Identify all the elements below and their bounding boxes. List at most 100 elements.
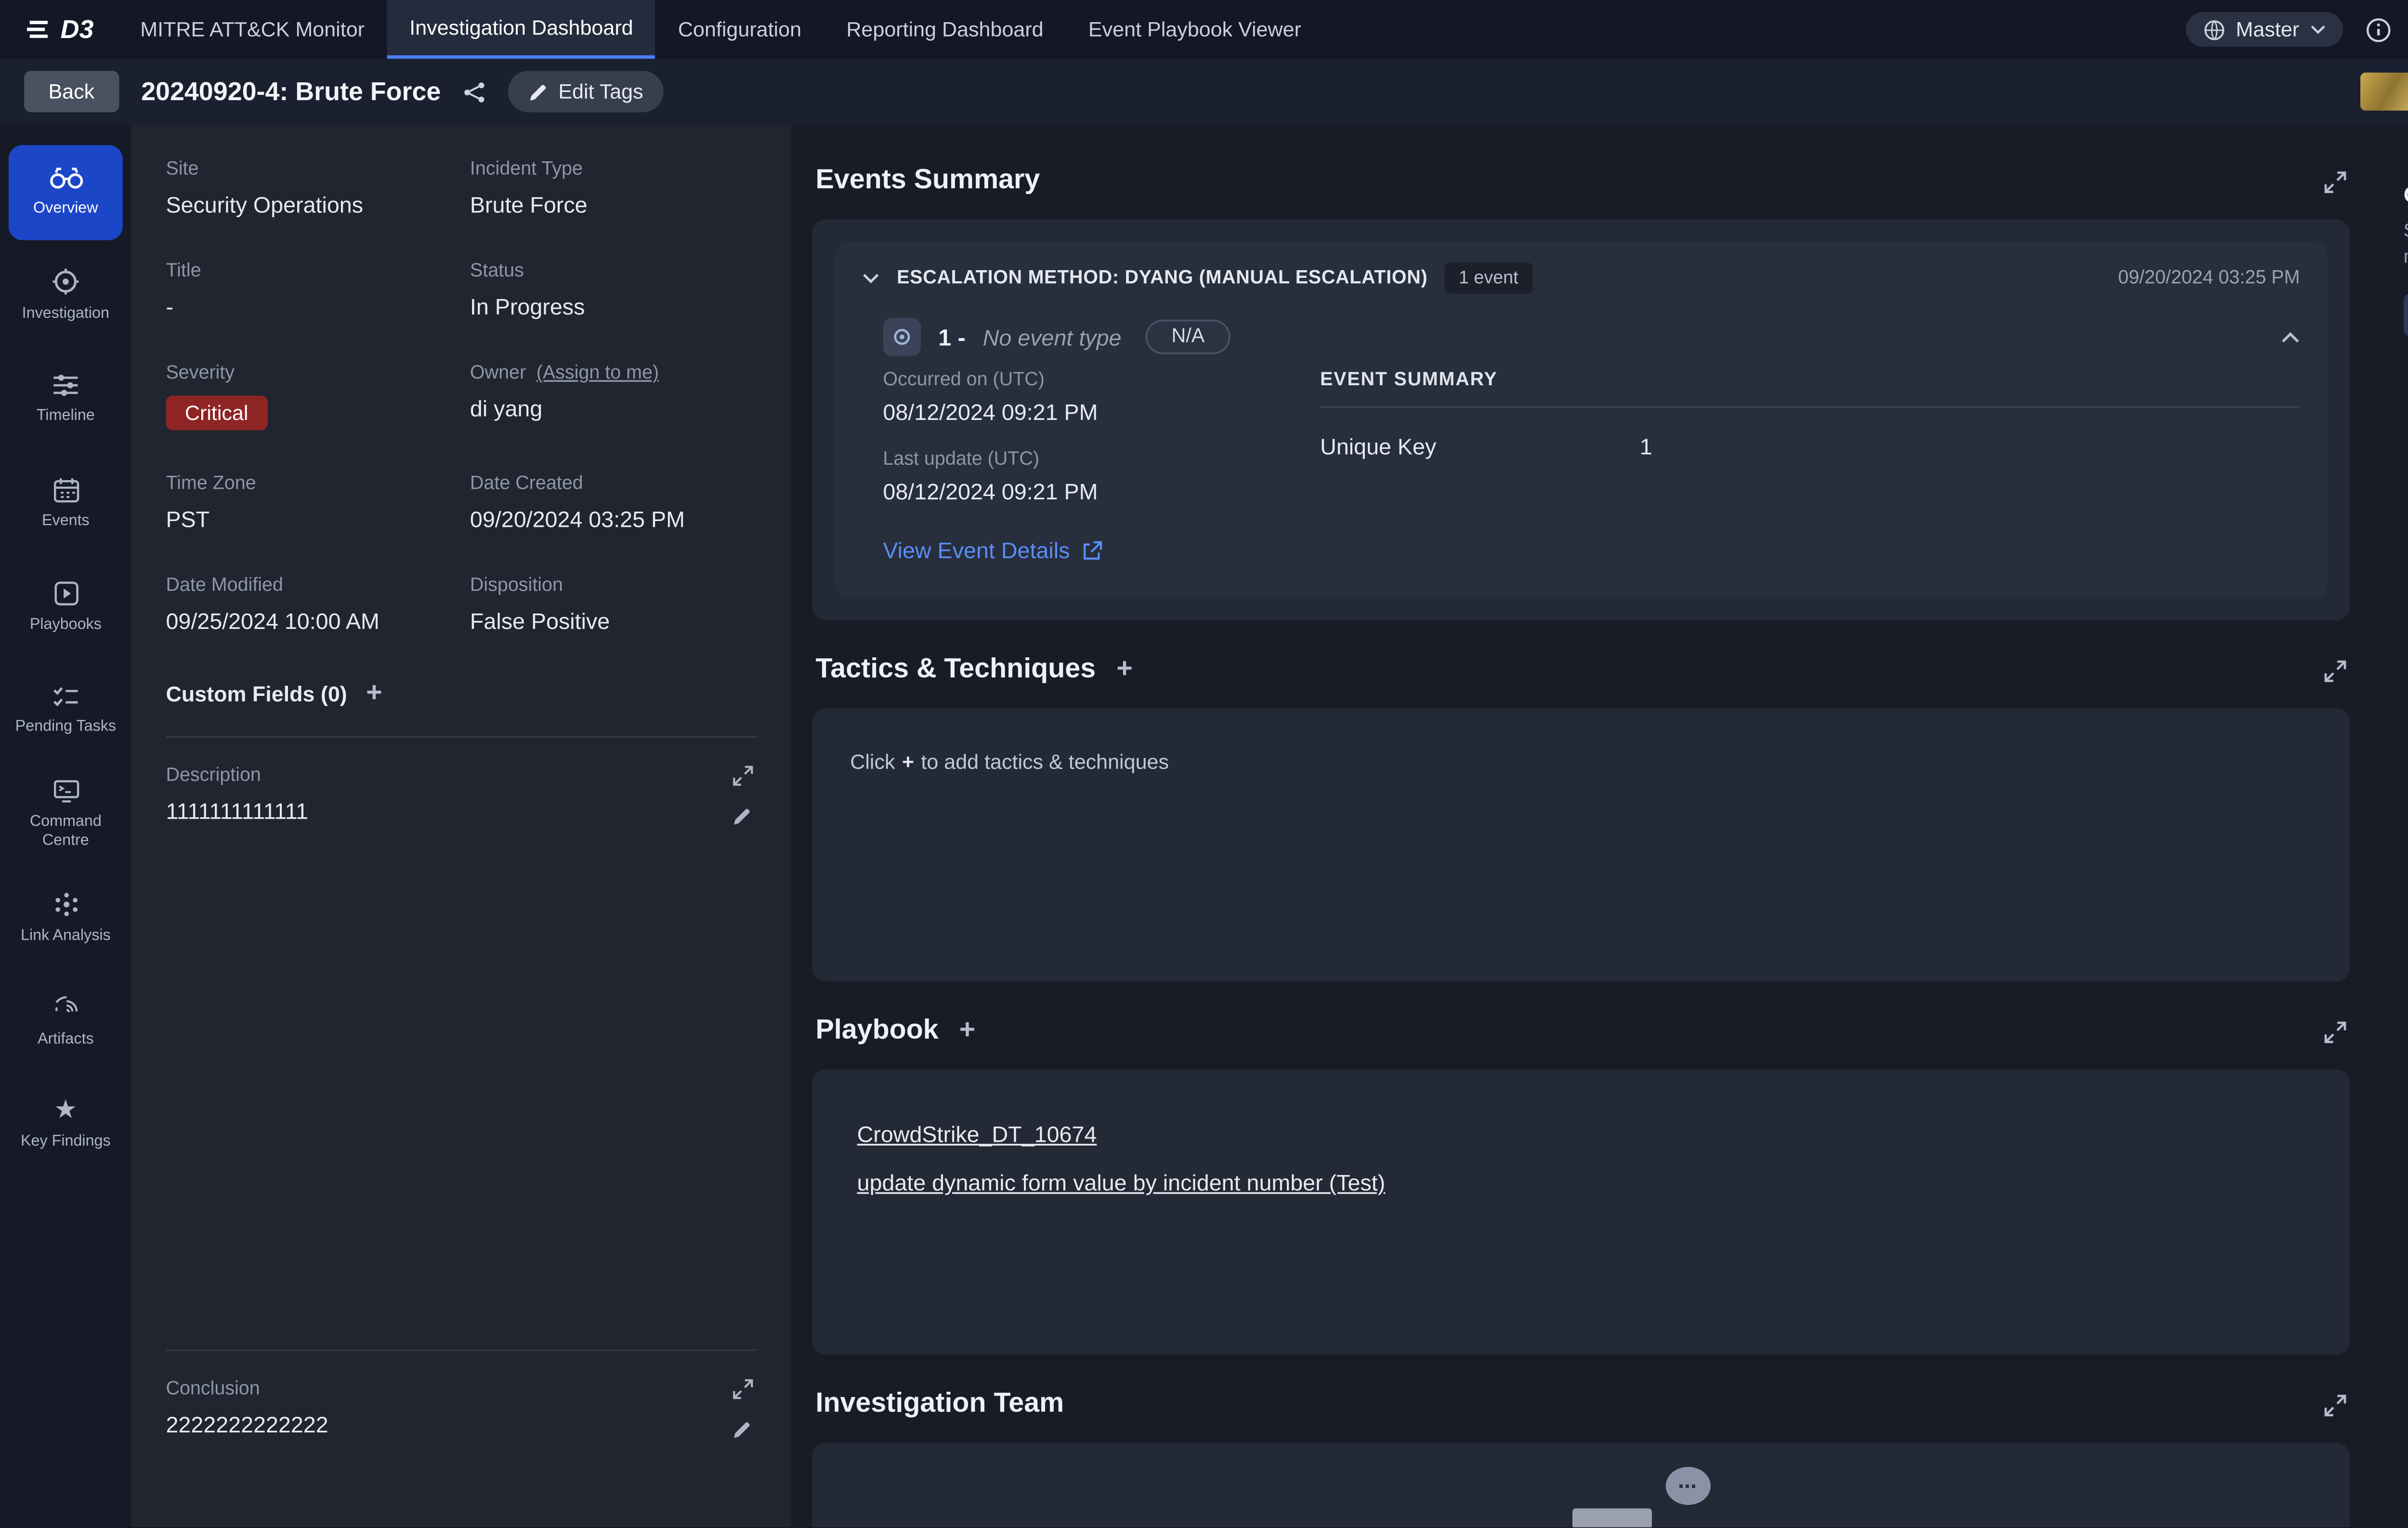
rail-item-link-analysis[interactable]: Link Analysis: [9, 871, 123, 966]
share-icon[interactable]: [463, 80, 486, 103]
fingerprint-icon: [52, 995, 79, 1021]
field-label: Incident Type: [470, 159, 757, 180]
sliders-icon: [52, 374, 79, 398]
expand-icon[interactable]: [2324, 1020, 2347, 1043]
module-item-linked-artifacts[interactable]: Linked Artifacts: [2404, 509, 2408, 552]
expand-icon[interactable]: [2324, 659, 2347, 682]
rail-item-overview[interactable]: Overview: [9, 145, 123, 240]
module-item-events-summary[interactable]: Events Summary: [2404, 293, 2408, 337]
na-badge: N/A: [1146, 320, 1230, 354]
field-incident-type: Incident Type Brute Force: [470, 159, 757, 218]
field-label: Date Created: [470, 473, 757, 494]
pencil-icon: [529, 82, 548, 101]
playbook-header: Playbook +: [815, 1016, 2346, 1047]
field-label: Site: [166, 159, 453, 180]
module-item-playbook[interactable]: Playbook: [2404, 379, 2408, 423]
module-item-investigation-team[interactable]: Investigation Team: [2404, 423, 2408, 466]
nav-reporting-dashboard[interactable]: Reporting Dashboard: [824, 0, 1066, 59]
escalation-card: ESCALATION METHOD: DYANG (MANUAL ESCALAT…: [835, 242, 2328, 598]
back-button[interactable]: Back: [24, 71, 118, 112]
playbook-link[interactable]: update dynamic form value by incident nu…: [857, 1170, 2305, 1196]
view-event-details-link[interactable]: View Event Details: [883, 537, 1102, 563]
d3-logo-text: D3: [61, 14, 94, 44]
custom-fields-row: Custom Fields (0) +: [166, 681, 757, 738]
occurred-value: 08/12/2024 09:21 PM: [883, 399, 1271, 425]
incident-details-grid: Site Security Operations Incident Type B…: [166, 159, 757, 634]
pencil-icon[interactable]: [733, 1420, 751, 1439]
module-item-notes[interactable]: Notes: [2404, 596, 2408, 639]
field-value: di yang: [470, 396, 757, 422]
module-item-incident-type-form[interactable]: Incident Type Form Section: [2404, 639, 2408, 682]
nav-configuration[interactable]: Configuration: [655, 0, 824, 59]
field-label: Severity: [166, 363, 453, 383]
incident-owner-avatar[interactable]: [2360, 73, 2408, 111]
add-playbook-button[interactable]: +: [959, 1018, 976, 1045]
rail-item-command-centre[interactable]: Command Centre: [9, 767, 123, 862]
playbook-link[interactable]: CrowdStrike_DT_10674: [857, 1122, 2305, 1148]
conclusion-block: Conclusion 2222222222222: [166, 1349, 757, 1503]
nav-mitre-attck-monitor[interactable]: MITRE ATT&CK Monitor: [118, 0, 387, 59]
expand-icon[interactable]: [733, 765, 753, 786]
add-tactics-button[interactable]: +: [1116, 656, 1133, 684]
severity-badge[interactable]: Critical: [166, 396, 267, 431]
expand-icon[interactable]: [733, 1379, 753, 1399]
section-title: Investigation Team: [815, 1389, 1064, 1421]
chevron-down-icon: [2310, 24, 2325, 35]
chevron-down-icon[interactable]: [862, 273, 879, 284]
event-row[interactable]: 1 - No event type N/A: [883, 318, 2300, 356]
field-owner: Owner (Assign to me) di yang: [470, 363, 757, 430]
event-summary-column: EVENT SUMMARY Unique Key 1: [1320, 370, 2300, 567]
field-value: -: [166, 294, 453, 320]
field-status: Status In Progress: [470, 261, 757, 320]
rail-item-timeline[interactable]: Timeline: [9, 353, 123, 447]
rail-item-investigation[interactable]: Investigation: [9, 249, 123, 344]
add-custom-field-button[interactable]: +: [366, 681, 382, 708]
pencil-icon[interactable]: [733, 807, 751, 826]
rail-item-pending-tasks[interactable]: Pending Tasks: [9, 664, 123, 758]
edit-tags-button[interactable]: Edit Tags: [508, 71, 664, 112]
rail-item-artifacts[interactable]: Artifacts: [9, 975, 123, 1070]
tactics-empty-prefix: Click: [850, 750, 895, 774]
rail-item-playbooks[interactable]: Playbooks: [9, 560, 123, 654]
d3-logo[interactable]: D3: [24, 14, 93, 44]
module-item-tactics-techniques[interactable]: Tactics & Techniques: [2404, 337, 2408, 380]
event-summary-heading: EVENT SUMMARY: [1320, 370, 2300, 408]
field-value: 09/25/2024 10:00 AM: [166, 608, 453, 634]
target-icon: [52, 268, 79, 296]
module-item-linked-incidents[interactable]: Linked Incidents: [2404, 466, 2408, 509]
calendar-icon: [52, 477, 79, 503]
field-value: False Positive: [470, 608, 757, 634]
field-label: Owner (Assign to me): [470, 363, 757, 383]
escalation-header[interactable]: ESCALATION METHOD: DYANG (MANUAL ESCALAT…: [862, 262, 2300, 294]
globe-icon: [2203, 18, 2225, 41]
overview-main: Events Summary ESCALATION METHOD: DYANG …: [791, 124, 2378, 1527]
incident-header: Back 20240920-4: Brute Force Edit Tags ×…: [0, 59, 2408, 124]
event-count-badge: 1 event: [1445, 262, 1532, 294]
info-icon[interactable]: [2365, 16, 2391, 42]
assign-to-me-link[interactable]: (Assign to me): [537, 363, 659, 383]
speech-bubble-icon: ⋯: [1666, 1467, 1711, 1505]
rail-item-events[interactable]: Events: [9, 456, 123, 551]
top-navigation: D3 MITRE ATT&CK Monitor Investigation Da…: [0, 0, 2408, 59]
external-link-icon: [1082, 540, 1103, 561]
chevron-up-icon[interactable]: [2281, 331, 2300, 343]
playbook-card: CrowdStrike_DT_10674 update dynamic form…: [812, 1070, 2350, 1355]
app-window: D3 MITRE ATT&CK Monitor Investigation Da…: [0, 0, 2408, 1528]
expand-icon[interactable]: [2324, 170, 2347, 193]
nav-event-playbook-viewer[interactable]: Event Playbook Viewer: [1066, 0, 1323, 59]
overview-module-panel: Overview Module Select from the followin…: [2378, 124, 2408, 1527]
edit-tags-label: Edit Tags: [558, 79, 643, 104]
field-date-created: Date Created 09/20/2024 03:25 PM: [470, 473, 757, 532]
nav-investigation-dashboard[interactable]: Investigation Dashboard: [387, 0, 656, 59]
expand-icon[interactable]: [2324, 1394, 2347, 1416]
escalation-date: 09/20/2024 03:25 PM: [2118, 268, 2300, 288]
rail-label: Overview: [33, 199, 98, 219]
rail-item-key-findings[interactable]: ★ Key Findings: [9, 1078, 123, 1173]
unique-key-label: Unique Key: [1320, 434, 1640, 460]
rail-label: Playbooks: [30, 615, 102, 634]
description-actions: [733, 765, 753, 826]
module-item-files[interactable]: Files: [2404, 552, 2408, 596]
environment-selector[interactable]: Master: [2186, 12, 2342, 47]
event-detail-columns: Occurred on (UTC) 08/12/2024 09:21 PM La…: [883, 370, 2300, 567]
incident-header-right: × Close Incident ⋮: [2360, 71, 2408, 112]
